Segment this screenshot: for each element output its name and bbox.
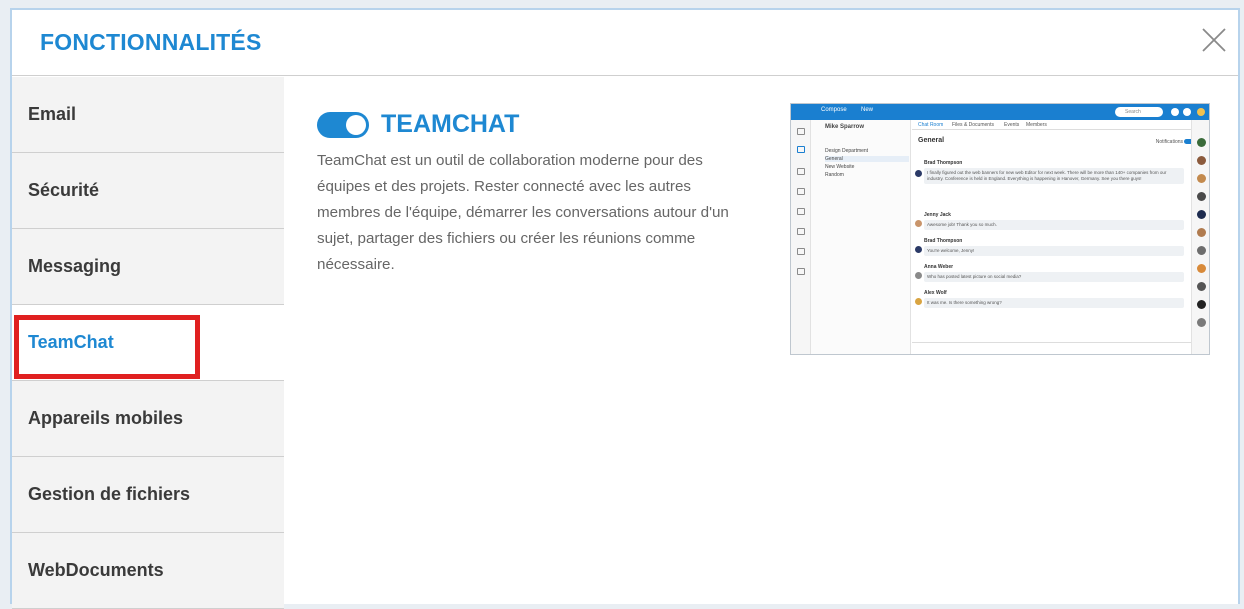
sidebar-item-label: Sécurité bbox=[28, 180, 100, 200]
avatar bbox=[915, 272, 922, 279]
message-text: You're welcome, Jenny! bbox=[924, 246, 1184, 256]
app-icon-column bbox=[791, 120, 811, 354]
chat-message: Anna Weber Who has posted latest picture… bbox=[924, 264, 1184, 282]
chat-message: Alex Wolf It was me. Is there something … bbox=[924, 290, 1184, 308]
sidebar-item-label: WebDocuments bbox=[28, 560, 164, 580]
mail-icon bbox=[797, 128, 805, 135]
message-author: Brad Thompson bbox=[924, 160, 963, 166]
dialog-title: FONCTIONNALITÉS bbox=[40, 29, 262, 55]
tab-files: Files & Documents bbox=[952, 122, 994, 128]
room-title: General bbox=[918, 137, 945, 144]
avatar bbox=[1197, 156, 1206, 165]
avatar bbox=[1197, 108, 1205, 116]
avatar bbox=[1197, 318, 1206, 327]
avatar bbox=[1197, 138, 1206, 147]
feature-content: TEAMCHAT TeamChat est un outil de collab… bbox=[317, 110, 747, 278]
avatar bbox=[915, 170, 922, 177]
search-input: Search bbox=[1115, 107, 1163, 117]
room-item: Random bbox=[825, 172, 844, 178]
room-item: New Website bbox=[825, 164, 855, 170]
sidebar-item-label: Appareils mobiles bbox=[28, 408, 184, 428]
message-text: Who has posted latest picture on social … bbox=[924, 272, 1184, 282]
tasks-icon bbox=[797, 228, 805, 235]
feature-sidebar: Email Sécurité Messaging TeamChat Appare… bbox=[12, 77, 284, 609]
app-topbar: Compose New Search bbox=[791, 104, 1209, 120]
avatar bbox=[915, 246, 922, 253]
message-author: Brad Thompson bbox=[924, 238, 963, 244]
avatar bbox=[915, 220, 922, 227]
avatar bbox=[1197, 192, 1206, 201]
avatar bbox=[1197, 264, 1206, 273]
tab-events: Events bbox=[1004, 122, 1020, 128]
avatar bbox=[1197, 246, 1206, 255]
calendar-icon bbox=[797, 168, 805, 175]
member-column bbox=[1191, 120, 1209, 354]
teamchat-screenshot: Compose New Search Mike Sparrow Design D… bbox=[790, 103, 1210, 355]
sidebar-item-appareils-mobiles[interactable]: Appareils mobiles bbox=[12, 381, 284, 457]
avatar bbox=[915, 298, 922, 305]
chat-tabs: Chat Room Files & Documents Events Membe… bbox=[912, 120, 1193, 130]
chat-message: Jenny Jack Awesome job! Thank you so muc… bbox=[924, 212, 1184, 230]
sidebar-item-label: Email bbox=[28, 104, 77, 124]
trash-icon bbox=[797, 268, 805, 275]
room-list: Mike Sparrow Design Department General N… bbox=[811, 120, 911, 354]
sidebar-item-label: Gestion de fichiers bbox=[28, 484, 191, 504]
sidebar-item-securite[interactable]: Sécurité bbox=[12, 153, 284, 229]
chat-message: Brad Thompson You're welcome, Jenny! bbox=[924, 238, 1184, 256]
user-name: Mike Sparrow bbox=[825, 124, 865, 130]
feature-toggle[interactable] bbox=[317, 111, 369, 138]
chat-main: Chat Room Files & Documents Events Membe… bbox=[912, 120, 1193, 354]
avatar bbox=[1197, 174, 1206, 183]
room-item: General bbox=[825, 156, 909, 162]
avatar bbox=[1197, 282, 1206, 291]
tab-chat-room: Chat Room bbox=[918, 122, 944, 128]
feature-header: TEAMCHAT bbox=[317, 110, 747, 139]
help-icon bbox=[1183, 108, 1191, 116]
features-dialog: FONCTIONNALITÉS Email Sécurité Messaging… bbox=[10, 8, 1240, 609]
feature-title: TEAMCHAT bbox=[381, 110, 520, 138]
notes-icon bbox=[797, 208, 805, 215]
toggle-knob bbox=[346, 114, 366, 135]
room-item: Design Department bbox=[825, 148, 869, 154]
message-text: I finally figured out the web banners fo… bbox=[924, 168, 1184, 184]
tab-members: Members bbox=[1026, 122, 1047, 128]
contacts-icon bbox=[797, 188, 805, 195]
message-text: It was me. Is there something wrong? bbox=[924, 298, 1184, 308]
feature-description: TeamChat est un outil de collaboration m… bbox=[317, 152, 729, 273]
sidebar-item-messaging[interactable]: Messaging bbox=[12, 229, 284, 305]
avatar bbox=[1197, 228, 1206, 237]
dialog-header: FONCTIONNALITÉS bbox=[12, 10, 1238, 76]
notifications-label: Notifications bbox=[1155, 139, 1183, 145]
new-label: New bbox=[861, 107, 874, 113]
sidebar-item-label: Messaging bbox=[28, 256, 122, 276]
files-icon bbox=[797, 248, 805, 255]
message-text: Awesome job! Thank you so much. bbox=[924, 220, 1184, 230]
sidebar-item-webdocuments[interactable]: WebDocuments bbox=[12, 533, 284, 609]
chat-icon bbox=[797, 146, 805, 153]
message-composer bbox=[912, 342, 1193, 354]
message-author: Jenny Jack bbox=[924, 212, 951, 218]
message-author: Anna Weber bbox=[924, 264, 954, 270]
sidebar-item-email[interactable]: Email bbox=[12, 77, 284, 153]
sidebar-item-gestion-de-fichiers[interactable]: Gestion de fichiers bbox=[12, 457, 284, 533]
close-icon[interactable] bbox=[1200, 26, 1228, 54]
avatar bbox=[1197, 210, 1206, 219]
chat-message: Brad Thompson I finally figured out the … bbox=[924, 160, 1184, 184]
avatar bbox=[1197, 300, 1206, 309]
settings-icon bbox=[1171, 108, 1179, 116]
compose-label: Compose bbox=[821, 107, 847, 113]
message-author: Alex Wolf bbox=[924, 290, 947, 296]
highlight-box bbox=[14, 315, 200, 379]
